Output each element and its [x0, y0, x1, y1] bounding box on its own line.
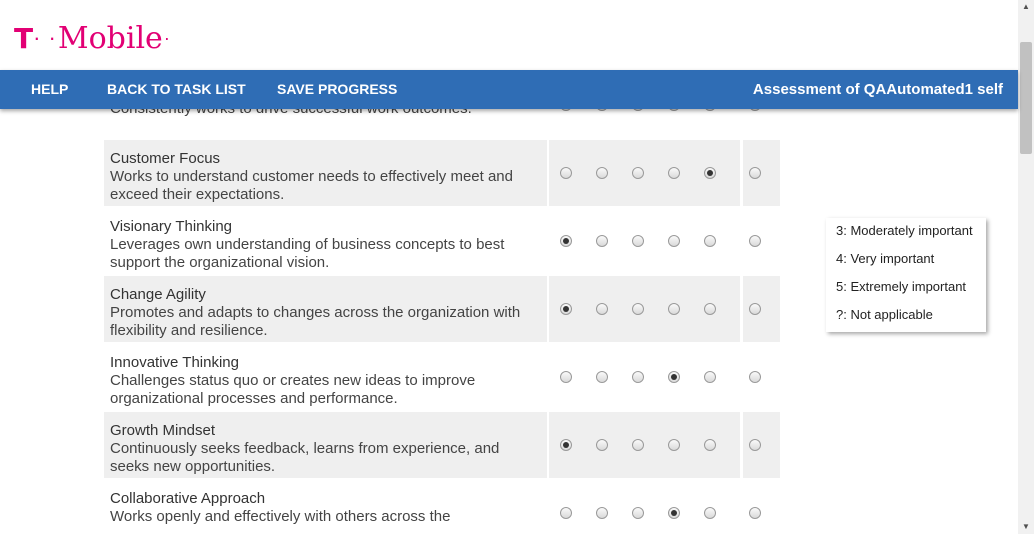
not-applicable-cell	[743, 480, 780, 534]
competency-description-cell: Customer Focus Works to understand custom…	[104, 140, 547, 206]
rating-radio-not-applicable[interactable]	[749, 439, 761, 451]
logo-dots: · ·	[33, 25, 57, 50]
rating-radio-5[interactable]	[704, 303, 716, 315]
competency-title: Collaborative Approach	[110, 490, 266, 507]
competency-title: Growth Mindset	[110, 422, 216, 439]
competency-description-cell: Visionary Thinking Leverages own understa…	[104, 208, 547, 274]
rating-radio-1[interactable]	[560, 303, 572, 315]
assessment-title: Assessment of QAAutomated1 self	[752, 81, 1003, 98]
header: T · · Mobile ·	[0, 0, 1018, 70]
rating-radio-5[interactable]	[704, 439, 716, 451]
logo-tail: ·	[163, 27, 170, 48]
competency-row: Deliver ResultsConsistently works to dri…	[104, 109, 780, 138]
rating-radio-2[interactable]	[596, 439, 608, 451]
competency-description-cell: Deliver ResultsConsistently works to dri…	[104, 109, 547, 138]
scroll-down-arrow-icon[interactable]: ▼	[1018, 520, 1034, 534]
scroll-thumb[interactable]	[1020, 42, 1032, 154]
rating-radio-2[interactable]	[596, 371, 608, 383]
rating-radio-3[interactable]	[632, 439, 644, 451]
t-mobile-logo: T · · Mobile ·	[14, 18, 170, 58]
rating-radio-5[interactable]	[704, 371, 716, 383]
competency-description-cell: Change Agility Promotes and adapts to cha…	[104, 276, 547, 342]
competency-description-cell: Collaborative Approach Works openly and e…	[104, 480, 547, 534]
save-progress-link[interactable]: SAVE PROGRESS	[277, 70, 397, 109]
competency-description: Leverages own understanding of business …	[110, 236, 505, 271]
competency-row: Customer Focus Works to understand custom…	[104, 140, 780, 206]
competency-description: Promotes and adapts to changes across th…	[110, 304, 521, 339]
competency-title: Visionary Thinking	[110, 218, 233, 235]
competency-title: Customer Focus	[110, 150, 221, 167]
competency-description-cell: Growth Mindset Continuously seeks feedbac…	[104, 412, 547, 478]
back-to-task-list-link[interactable]: BACK TO TASK LIST	[107, 70, 246, 109]
vertical-scrollbar[interactable]: ▲ ▼	[1018, 0, 1034, 534]
rating-radio-not-applicable[interactable]	[749, 371, 761, 383]
legend-item-3: 3: Moderately important	[836, 223, 973, 238]
competency-row: Visionary Thinking Leverages own understa…	[104, 208, 780, 274]
assessment-form: Deliver ResultsConsistently works to dri…	[0, 109, 1018, 534]
rating-legend: 3: Moderately important 4: Very importan…	[826, 218, 986, 332]
competency-description: Consistently works to drive successful w…	[110, 109, 540, 118]
rating-radio-1[interactable]	[560, 371, 572, 383]
competency-title: Change Agility	[110, 286, 206, 303]
not-applicable-cell	[743, 109, 780, 138]
rating-radio-1[interactable]	[560, 507, 572, 519]
rating-radio-3[interactable]	[632, 235, 644, 247]
competency-title: Innovative Thinking	[110, 354, 239, 371]
competency-list: Deliver ResultsConsistently works to dri…	[104, 109, 780, 534]
scroll-up-arrow-icon[interactable]: ▲	[1018, 0, 1034, 14]
competency-row: Collaborative Approach Works openly and e…	[104, 480, 780, 534]
competency-description: Continuously seeks feedback, learns from…	[110, 440, 500, 475]
rating-radio-2[interactable]	[596, 235, 608, 247]
rating-radio-4[interactable]	[668, 235, 680, 247]
rating-radio-2[interactable]	[596, 507, 608, 519]
rating-radio-3[interactable]	[632, 371, 644, 383]
rating-radio-5[interactable]	[704, 507, 716, 519]
competency-row: Innovative Thinking Challenges status quo…	[104, 344, 780, 410]
rating-radio-not-applicable[interactable]	[749, 235, 761, 247]
nav-bar: HELP BACK TO TASK LIST SAVE PROGRESS Ass…	[0, 70, 1018, 109]
rating-radio-4[interactable]	[668, 507, 680, 519]
competency-row: Growth Mindset Continuously seeks feedbac…	[104, 412, 780, 478]
logo-t: T	[14, 21, 33, 55]
rating-radio-1[interactable]	[560, 439, 572, 451]
rating-radio-3[interactable]	[632, 167, 644, 179]
rating-radio-4[interactable]	[668, 371, 680, 383]
rating-radio-not-applicable[interactable]	[749, 303, 761, 315]
rating-radio-5[interactable]	[704, 167, 716, 179]
rating-radio-1[interactable]	[560, 235, 572, 247]
rating-radio-3[interactable]	[632, 507, 644, 519]
rating-radio-not-applicable[interactable]	[749, 167, 761, 179]
rating-radio-3[interactable]	[632, 303, 644, 315]
rating-scale-cell	[549, 109, 740, 138]
rating-radio-not-applicable[interactable]	[749, 507, 761, 519]
rating-radio-4[interactable]	[668, 167, 680, 179]
competency-description-cell: Innovative Thinking Challenges status quo…	[104, 344, 547, 410]
rating-radio-2[interactable]	[596, 167, 608, 179]
rating-radio-4[interactable]	[668, 303, 680, 315]
competency-description: Works to understand customer needs to ef…	[110, 168, 513, 203]
legend-item-na: ?: Not applicable	[836, 307, 933, 322]
legend-item-5: 5: Extremely important	[836, 279, 967, 294]
competency-description: Challenges status quo or creates new ide…	[110, 372, 476, 407]
competency-description: Works openly and effectively with others…	[110, 508, 451, 525]
rating-radio-1[interactable]	[560, 167, 572, 179]
rating-radio-5[interactable]	[704, 235, 716, 247]
competency-row: Change Agility Promotes and adapts to cha…	[104, 276, 780, 342]
legend-item-4: 4: Very important	[836, 251, 935, 266]
rating-radio-4[interactable]	[668, 439, 680, 451]
rating-radio-2[interactable]	[596, 303, 608, 315]
help-link[interactable]: HELP	[31, 70, 68, 109]
logo-word: Mobile	[57, 20, 163, 56]
